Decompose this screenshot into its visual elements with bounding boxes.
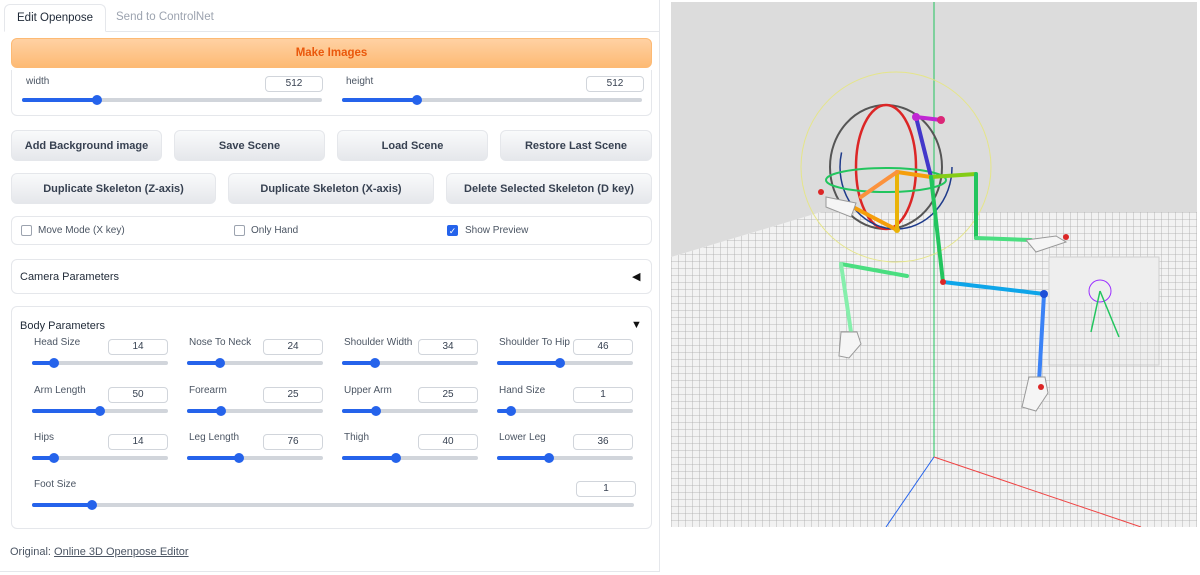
thigh-slider[interactable] — [342, 453, 478, 463]
head-size-input[interactable]: 14 — [108, 339, 168, 355]
shoulder-width-slider-knob[interactable] — [369, 358, 380, 368]
move-mode-label: Move Mode (X key) — [38, 225, 125, 236]
shoulder-width-input[interactable]: 34 — [418, 339, 478, 355]
forearm-slider[interactable] — [187, 406, 323, 416]
hips-input[interactable]: 14 — [108, 434, 168, 450]
width-slider-knob[interactable] — [92, 95, 102, 105]
restore-last-scene-button[interactable]: Restore Last Scene — [500, 130, 652, 161]
only-hand-checkbox[interactable] — [234, 225, 245, 236]
move-mode-checkbox[interactable] — [21, 225, 32, 236]
width-slider[interactable] — [22, 95, 322, 105]
height-slider[interactable] — [342, 95, 642, 105]
lower-leg-label: Lower Leg — [499, 432, 546, 443]
duplicate-skeleton-x-button[interactable]: Duplicate Skeleton (X-axis) — [228, 173, 434, 204]
head-size-slider-knob[interactable] — [48, 358, 59, 368]
tab-bar: Edit Openpose Send to ControlNet — [4, 4, 660, 32]
make-images-button[interactable]: Make Images — [11, 38, 652, 68]
thigh-input[interactable]: 40 — [418, 434, 478, 450]
hips-slider-knob[interactable] — [48, 453, 59, 463]
save-scene-button[interactable]: Save Scene — [174, 130, 325, 161]
delete-selected-skeleton-button[interactable]: Delete Selected Skeleton (D key) — [446, 173, 652, 204]
foot-size-input[interactable]: 1 — [576, 481, 636, 497]
camera-parameters-accordion[interactable]: Camera Parameters ◀ — [11, 259, 652, 294]
nose-to-neck-slider-knob[interactable] — [214, 358, 225, 368]
options-row: Move Mode (X key) Only Hand ✓ Show Previ… — [11, 216, 652, 245]
foot-size-label: Foot Size — [34, 479, 77, 490]
hips-slider[interactable] — [32, 453, 168, 463]
tab-edit-openpose[interactable]: Edit Openpose — [4, 4, 107, 32]
duplicate-skeleton-z-button[interactable]: Duplicate Skeleton (Z-axis) — [11, 173, 216, 204]
arm-length-slider-knob[interactable] — [95, 406, 105, 416]
footer: Original: Online 3D Openpose Editor — [10, 546, 189, 558]
body-parameters-section: Body Parameters ▼ Head Size 14 Nose To Nec… — [11, 306, 652, 529]
height-slider-knob[interactable] — [412, 95, 422, 105]
only-hand-label: Only Hand — [251, 225, 299, 236]
3d-scene[interactable] — [671, 2, 1197, 527]
shoulder-width-label: Shoulder Width — [344, 337, 413, 348]
leg-length-label: Leg Length — [189, 432, 240, 443]
shoulder-width-slider[interactable] — [342, 358, 478, 368]
hand-size-slider[interactable] — [497, 406, 633, 416]
hand-size-slider-knob[interactable] — [505, 406, 516, 416]
arm-length-label: Arm Length — [34, 385, 86, 396]
hand-size-input[interactable]: 1 — [573, 387, 633, 403]
show-preview-checkbox[interactable]: ✓ — [447, 225, 458, 236]
upper-arm-label: Upper Arm — [344, 385, 392, 396]
width-label: width — [26, 76, 50, 87]
camera-parameters-title: Camera Parameters — [20, 271, 120, 283]
forearm-input[interactable]: 25 — [263, 387, 323, 403]
collapsed-triangle-icon[interactable]: ◀ — [632, 270, 640, 283]
leg-length-slider[interactable] — [187, 453, 323, 463]
head-size-slider[interactable] — [32, 358, 168, 368]
leg-length-slider-knob[interactable] — [233, 453, 244, 463]
forearm-slider-knob[interactable] — [216, 406, 226, 416]
foot-size-slider-knob[interactable] — [87, 500, 98, 510]
lower-leg-input[interactable]: 36 — [573, 434, 633, 450]
upper-arm-slider-knob[interactable] — [371, 406, 381, 416]
height-label: height — [346, 76, 374, 87]
arm-length-slider[interactable] — [32, 406, 168, 416]
shoulder-to-hip-slider[interactable] — [497, 358, 633, 368]
nose-to-neck-input[interactable]: 24 — [263, 339, 323, 355]
head-size-label: Head Size — [34, 337, 81, 348]
thigh-label: Thigh — [344, 432, 370, 443]
shoulder-to-hip-slider-knob[interactable] — [554, 358, 565, 368]
footer-link[interactable]: Online 3D Openpose Editor — [54, 546, 189, 558]
nose-to-neck-slider[interactable] — [187, 358, 323, 368]
shoulder-to-hip-label: Shoulder To Hip — [499, 337, 570, 348]
dimensions-box: width 512 height 512 — [11, 70, 652, 116]
expanded-triangle-icon[interactable]: ▼ — [631, 319, 642, 331]
upper-arm-input[interactable]: 25 — [418, 387, 478, 403]
editor-panel: Edit Openpose Send to ControlNet Make Im… — [0, 0, 660, 572]
lower-leg-slider-knob[interactable] — [543, 453, 554, 463]
upper-arm-slider[interactable] — [342, 406, 478, 416]
forearm-label: Forearm — [189, 385, 227, 396]
nose-to-neck-label: Nose To Neck — [189, 337, 252, 348]
add-background-image-button[interactable]: Add Background image — [11, 130, 162, 161]
arm-length-input[interactable]: 50 — [108, 387, 168, 403]
shoulder-to-hip-input[interactable]: 46 — [573, 339, 633, 355]
foot-size-slider[interactable] — [32, 500, 634, 510]
lower-leg-slider[interactable] — [497, 453, 633, 463]
thigh-slider-knob[interactable] — [391, 453, 402, 463]
3d-viewport[interactable] — [671, 2, 1197, 527]
tab-send-to-controlnet[interactable]: Send to ControlNet — [104, 4, 226, 32]
load-scene-button[interactable]: Load Scene — [337, 130, 488, 161]
width-input[interactable]: 512 — [265, 76, 323, 92]
height-input[interactable]: 512 — [586, 76, 644, 92]
leg-length-input[interactable]: 76 — [263, 434, 323, 450]
hand-size-label: Hand Size — [499, 385, 546, 396]
footer-prefix: Original: — [10, 546, 55, 558]
hips-label: Hips — [34, 432, 55, 443]
show-preview-label: Show Preview — [465, 225, 529, 236]
body-parameters-title: Body Parameters — [20, 320, 105, 332]
